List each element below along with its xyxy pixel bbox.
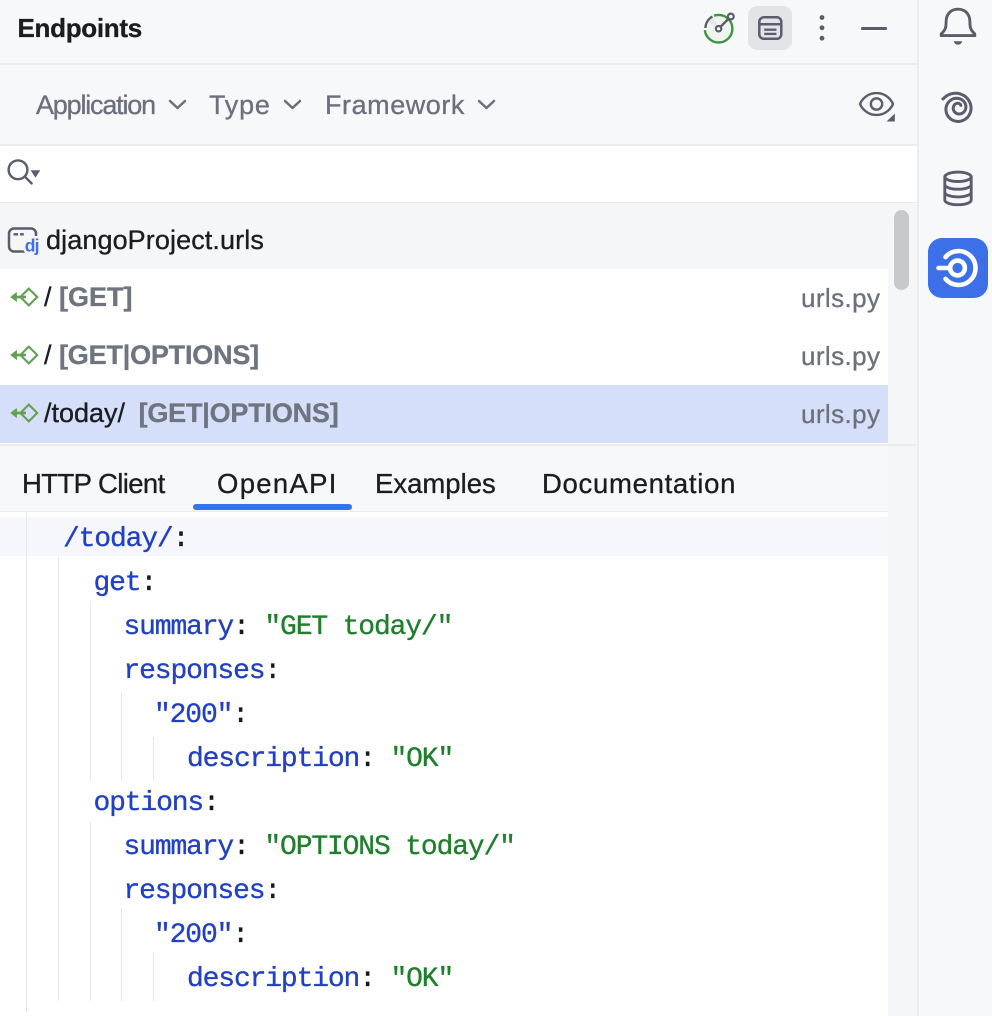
svg-text:dj: dj <box>25 236 39 256</box>
